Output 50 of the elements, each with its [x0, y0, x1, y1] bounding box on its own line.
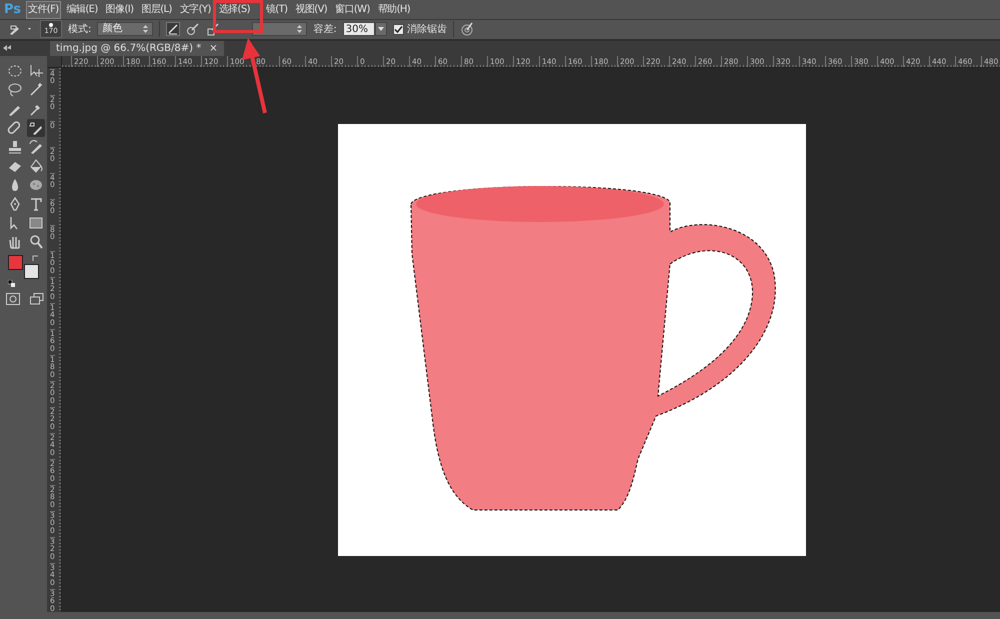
- tolerance-field[interactable]: 30%: [342, 22, 375, 36]
- app-logo: Ps: [3, 0, 22, 19]
- tolerance-dropdown-button[interactable]: [374, 22, 387, 36]
- sampling-swatch-icon[interactable]: [206, 22, 220, 36]
- close-tab-button[interactable]: ×: [209, 40, 218, 56]
- menu-item[interactable]: 选择(S): [216, 0, 252, 18]
- pressure-icon[interactable]: [460, 22, 474, 36]
- menu-item[interactable]: 镜(T): [264, 0, 290, 18]
- magic-wand-icon[interactable]: [28, 82, 44, 98]
- anti-alias-checkbox[interactable]: [392, 24, 404, 35]
- mode-select[interactable]: 颜色: [97, 22, 154, 36]
- bandage-icon[interactable]: [7, 120, 23, 136]
- menu-item[interactable]: 文字(Y): [178, 0, 213, 18]
- default-colors-icon[interactable]: [8, 280, 15, 287]
- menu-item[interactable]: 视图(V): [293, 0, 330, 18]
- type-icon[interactable]: [28, 196, 44, 212]
- paint-bucket-icon[interactable]: [28, 158, 44, 174]
- menu-item[interactable]: 图层(L): [139, 0, 174, 18]
- mode-value: 颜色: [102, 23, 122, 36]
- limits-select[interactable]: [252, 22, 308, 36]
- rectangle-icon[interactable]: [28, 214, 44, 231]
- anti-alias-label: 消除锯齿: [406, 22, 447, 37]
- screen-mode-icon[interactable]: [30, 292, 44, 305]
- sampling-once-icon[interactable]: [186, 22, 200, 36]
- menu-item[interactable]: 编辑(E): [64, 0, 100, 18]
- tolerance-label: 容差:: [313, 22, 337, 37]
- document-tab[interactable]: timg.jpg @ 66.7%(RGB/8#) * ×: [50, 40, 224, 56]
- annotation-box: [213, 0, 263, 33]
- move-icon[interactable]: [28, 62, 44, 79]
- quick-mask-icon[interactable]: [6, 292, 20, 305]
- brush-icon[interactable]: [28, 120, 44, 136]
- spinner-icon: [143, 25, 148, 34]
- menu-item[interactable]: 窗口(W): [333, 0, 372, 18]
- menu-item[interactable]: 帮助(H): [376, 0, 412, 18]
- spinner-icon: [297, 25, 302, 34]
- lasso-icon[interactable]: [7, 82, 23, 98]
- background-color-swatch[interactable]: [24, 264, 39, 279]
- menu-item[interactable]: 图像(I): [104, 0, 136, 18]
- collapse-panel-icon[interactable]: [3, 45, 11, 52]
- sampling-continuous-icon[interactable]: [166, 22, 180, 36]
- menu-item[interactable]: 文件(F): [26, 0, 61, 18]
- document-title: timg.jpg @ 66.7%(RGB/8#) *: [56, 42, 202, 56]
- marquee-icon[interactable]: [7, 62, 23, 79]
- caret-icon: [378, 27, 384, 32]
- swap-colors-icon[interactable]: [32, 254, 39, 262]
- mode-label: 模式:: [68, 22, 92, 37]
- foreground-color-swatch[interactable]: [8, 254, 23, 270]
- stamp-icon[interactable]: [7, 138, 23, 155]
- history-brush-icon[interactable]: [28, 138, 44, 155]
- zoom-icon[interactable]: [28, 234, 44, 250]
